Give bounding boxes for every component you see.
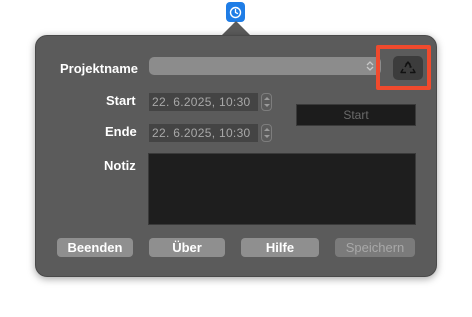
project-name-label: Projektname: [60, 61, 139, 76]
end-date-picker[interactable]: 22. 6.2025, 10:30: [149, 124, 258, 142]
start-date-stepper[interactable]: [261, 93, 272, 111]
project-select[interactable]: [149, 57, 381, 75]
popover-arrow: [222, 21, 250, 35]
start-date-picker[interactable]: 22. 6.2025, 10:30: [149, 93, 258, 111]
about-button[interactable]: Über: [149, 238, 225, 257]
chevron-up-down-icon: [366, 61, 374, 71]
note-label: Notiz: [104, 158, 136, 173]
save-button[interactable]: Speichern: [335, 238, 415, 257]
help-button[interactable]: Hilfe: [241, 238, 319, 257]
note-textarea[interactable]: [148, 153, 416, 225]
end-date-stepper[interactable]: [261, 124, 272, 142]
end-label: Ende: [105, 124, 137, 139]
highlight-box: [376, 45, 431, 90]
start-button[interactable]: Start: [296, 104, 416, 126]
timer-icon: [229, 6, 242, 18]
start-label: Start: [106, 93, 136, 108]
quit-button[interactable]: Beenden: [57, 238, 133, 257]
menubar-timer-icon[interactable]: [226, 2, 245, 22]
